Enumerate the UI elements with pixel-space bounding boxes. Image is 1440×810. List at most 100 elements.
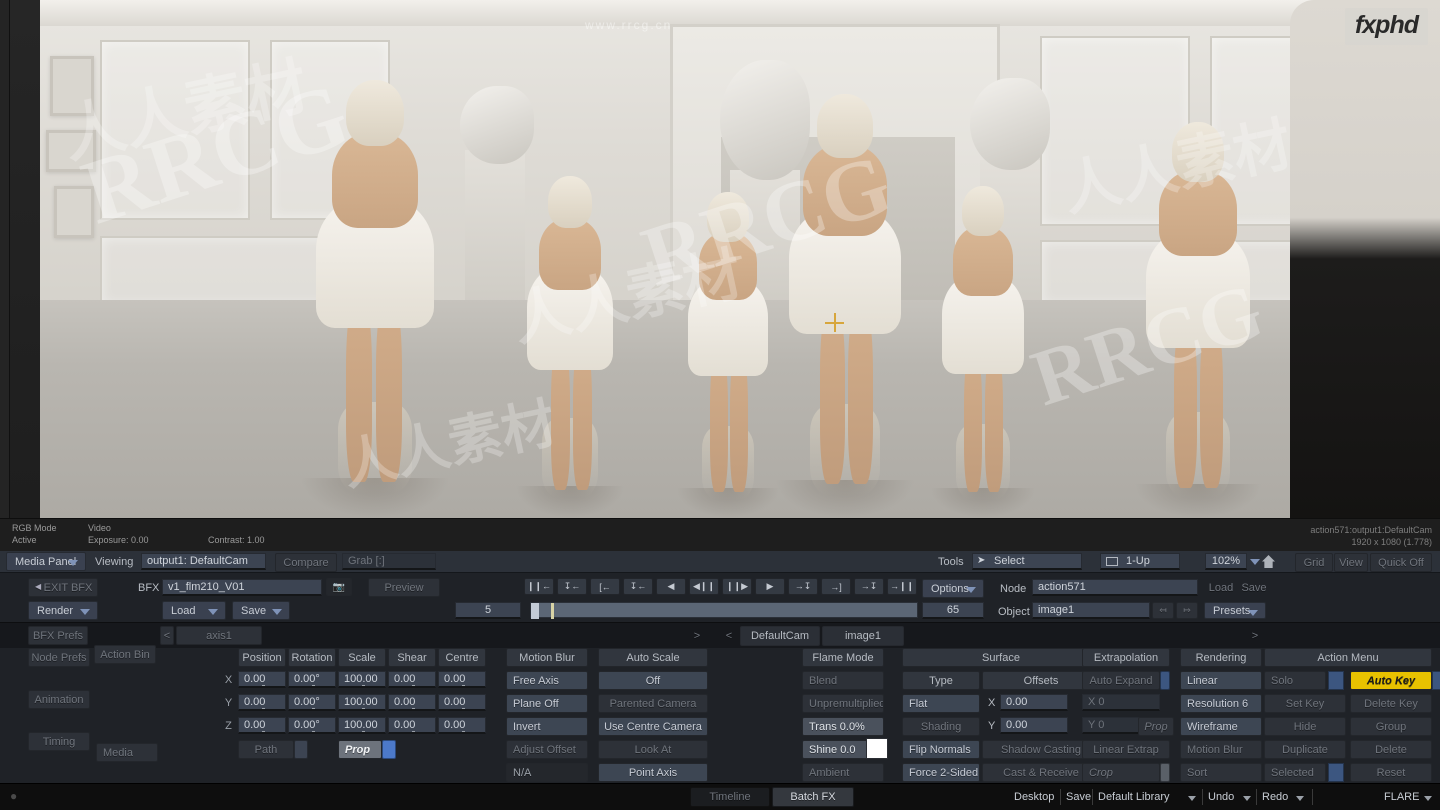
frame-out-field[interactable]: 65 (922, 602, 984, 619)
action-menu-solo-button[interactable]: Solo (1264, 671, 1326, 690)
action-menu-hide-button[interactable]: Hide (1264, 717, 1346, 736)
rendering-header[interactable]: Rendering (1180, 648, 1262, 667)
playhead[interactable] (551, 603, 554, 619)
home-icon[interactable] (1262, 555, 1275, 568)
transport-button-10[interactable]: →↧ (854, 578, 884, 595)
crop-toggle[interactable] (1160, 763, 1170, 782)
auto-scale-item-0[interactable]: Off (598, 671, 708, 690)
tool-select-field[interactable]: ➤ Select (972, 553, 1082, 570)
motion-blur-item-1[interactable]: Plane Off (506, 694, 588, 713)
redo-button[interactable]: Redo (1262, 791, 1288, 803)
tab-image1[interactable]: image1 (822, 626, 904, 646)
transform-value-field[interactable]: 100.00 (338, 717, 386, 734)
flame-mode-item-2[interactable]: Trans 0.0% (802, 717, 884, 736)
exit-bfx-button[interactable]: ◀ EXIT BFX (28, 578, 98, 597)
nav-animation[interactable]: Animation (28, 690, 90, 709)
scrubber-handle[interactable] (531, 603, 539, 619)
action-menu-reset-button[interactable]: Reset (1350, 763, 1432, 782)
action-menu-duplicate-button[interactable]: Duplicate (1264, 740, 1346, 759)
quick-off-button[interactable]: Quick Off (1370, 553, 1432, 572)
next-object-icon[interactable]: ⤇ (1176, 602, 1198, 619)
prop-toggle[interactable] (382, 740, 396, 759)
transport-button-9[interactable]: →] (821, 578, 851, 595)
transform-value-field[interactable]: 0.00 (238, 671, 286, 688)
object-name-field[interactable]: image1 (1032, 602, 1150, 619)
motion-blur-item-2[interactable]: Invert (506, 717, 588, 736)
extrap-prop-button[interactable]: Prop (1138, 717, 1174, 736)
bfx-name-field[interactable]: v1_flm210_V01 (162, 579, 322, 596)
tab-next-button[interactable]: > (1248, 626, 1262, 645)
transform-value-field[interactable]: 100.00 (338, 694, 386, 711)
action-menu-solo-toggle[interactable] (1328, 671, 1344, 690)
rendering-item-4[interactable]: Sort (1180, 763, 1262, 782)
nav-media[interactable]: Media (96, 743, 158, 762)
grid-button[interactable]: Grid (1295, 553, 1333, 572)
rendering-item-3[interactable]: Motion Blur (1180, 740, 1262, 759)
transform-value-field[interactable]: 0.00 (438, 717, 486, 734)
transform-column-header[interactable]: Rotation (288, 648, 336, 667)
transport-button-5[interactable]: ◀❙❙ (689, 578, 719, 595)
auto-scale-item-3[interactable]: Look At (598, 740, 708, 759)
surface-color-swatch[interactable] (866, 738, 888, 759)
bin-prev-button[interactable]: < (160, 626, 174, 645)
transform-column-header[interactable]: Shear (388, 648, 436, 667)
prop-button[interactable]: Prop (338, 740, 382, 759)
auto-expand-button[interactable]: Auto Expand (1082, 671, 1160, 690)
bfx-prefs-button[interactable]: BFX Prefs (28, 626, 88, 645)
load-menu[interactable]: Load (162, 601, 226, 620)
nav-node-prefs[interactable]: Node Prefs (28, 648, 90, 667)
auto-scale-item-4[interactable]: Point Axis (598, 763, 708, 782)
crop-button[interactable]: Crop (1082, 763, 1160, 782)
redo-dropdown-arrow[interactable] (1296, 796, 1304, 801)
transport-button-7[interactable]: ▶ (755, 578, 785, 595)
action-menu-set-key-button[interactable]: Set Key (1264, 694, 1346, 713)
transform-value-field[interactable]: 0.00 (388, 717, 436, 734)
preview-button[interactable]: Preview (368, 578, 440, 597)
motion-blur-header[interactable]: Motion Blur (506, 648, 588, 667)
transport-button-6[interactable]: ❙❙▶ (722, 578, 752, 595)
undo-dropdown-arrow[interactable] (1243, 796, 1251, 801)
previous-object-icon[interactable]: ⤆ (1152, 602, 1174, 619)
auto-expand-toggle[interactable] (1160, 671, 1170, 690)
presets-menu[interactable]: Presets (1204, 602, 1266, 619)
node-save-button[interactable]: Save (1234, 578, 1274, 597)
motion-blur-item-0[interactable]: Free Axis (506, 671, 588, 690)
flame-mode-header[interactable]: Flame Mode (802, 648, 884, 667)
tab-prev-button[interactable]: < (722, 626, 736, 645)
transport-button-11[interactable]: →❙❙ (887, 578, 917, 595)
node-name-field[interactable]: action571 (1032, 579, 1198, 596)
zoom-field[interactable]: 102% (1205, 553, 1247, 570)
transform-value-field[interactable]: 100.00 (338, 671, 386, 688)
transform-value-field[interactable]: 0.00° (288, 717, 336, 734)
media-panel-menu[interactable]: Media Panel (6, 552, 86, 571)
auto-scale-item-1[interactable]: Parented Camera (598, 694, 708, 713)
transform-column-header[interactable]: Position (238, 648, 286, 667)
action-menu-delete-key-button[interactable]: Delete Key (1350, 694, 1432, 713)
save-menu[interactable]: Save (232, 601, 290, 620)
action-menu-auto-key-toggle[interactable] (1432, 671, 1440, 690)
library-selector[interactable]: Default Library (1098, 791, 1170, 803)
grab-field[interactable]: Grab [:] (342, 553, 436, 570)
transform-value-field[interactable]: 0.00 (388, 671, 436, 688)
product-dropdown-arrow[interactable] (1424, 796, 1432, 801)
action-menu-delete-button[interactable]: Delete (1350, 740, 1432, 759)
transport-button-0[interactable]: ❙❙← (524, 578, 554, 595)
bin-next-button[interactable]: > (690, 626, 704, 645)
transform-value-field[interactable]: 0.00 (388, 694, 436, 711)
transform-value-field[interactable]: 0.00 (238, 694, 286, 711)
extrap-x-field[interactable]: X 0 (1082, 694, 1160, 711)
transform-column-header[interactable]: Scale (338, 648, 386, 667)
flip-normals-button[interactable]: Flip Normals (902, 740, 980, 759)
path-button[interactable]: Path (238, 740, 294, 759)
transform-value-field[interactable]: 0.00° (288, 694, 336, 711)
action-menu-selected-toggle[interactable] (1328, 763, 1344, 782)
motion-blur-item-4[interactable]: N/A (506, 763, 588, 782)
action-menu-selected-button[interactable]: Selected (1264, 763, 1326, 782)
nav-timing[interactable]: Timing (28, 732, 90, 751)
compare-button[interactable]: Compare (275, 553, 337, 572)
transport-button-1[interactable]: ↧← (557, 578, 587, 595)
transport-button-8[interactable]: →↧ (788, 578, 818, 595)
library-dropdown-arrow[interactable] (1188, 796, 1196, 801)
force-2-sided-button[interactable]: Force 2-Sided (902, 763, 980, 782)
viewing-value-field[interactable]: output1: DefaultCam (141, 553, 266, 570)
